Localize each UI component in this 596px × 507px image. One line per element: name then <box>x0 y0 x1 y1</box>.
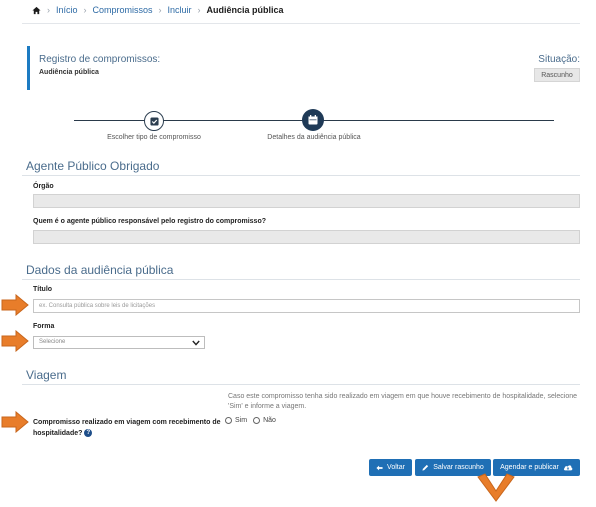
voltar-button[interactable]: Voltar <box>369 459 412 476</box>
viagem-radio-group: Sim Não <box>225 417 282 424</box>
orgao-field <box>33 194 580 208</box>
breadcrumb-separator: › <box>47 5 50 15</box>
viagem-question: Compromisso realizado em viagem com rece… <box>33 417 223 439</box>
viagem-question-text: Compromisso realizado em viagem com rece… <box>33 419 221 437</box>
section-divider <box>22 279 580 280</box>
step-2-label: Detalhes da audiência pública <box>267 134 361 141</box>
arrow-left-icon <box>376 465 383 470</box>
agente-label: Quem é o agente público responsável pelo… <box>33 218 266 225</box>
agendar-label: Agendar e publicar <box>500 464 559 471</box>
viagem-hint: Caso este compromisso tenha sido realiza… <box>228 393 578 410</box>
annotation-arrow-icon <box>1 294 29 316</box>
help-icon[interactable]: ? <box>84 429 93 438</box>
forma-select-value: Selecione <box>39 339 66 345</box>
page-subtitle: Audiência pública <box>39 69 99 76</box>
forma-label: Forma <box>33 323 55 330</box>
calendar-icon <box>308 115 318 125</box>
section-title-agente: Agente Público Obrigado <box>26 159 160 173</box>
section-title-dados: Dados da audiência pública <box>26 263 174 277</box>
annotation-arrow-icon <box>477 473 515 502</box>
titulo-label: Título <box>33 286 53 293</box>
breadcrumb-separator: › <box>197 5 201 15</box>
situation-label: Situação: <box>538 54 580 65</box>
breadcrumb-separator: › <box>83 5 87 15</box>
status-badge: Rascunho <box>534 68 580 82</box>
pencil-icon <box>422 464 429 471</box>
section-title-viagem: Viagem <box>26 368 67 382</box>
forma-select[interactable]: Selecione <box>33 336 205 349</box>
breadcrumb-incluir[interactable]: Incluir <box>168 5 192 15</box>
home-icon[interactable] <box>32 6 41 15</box>
breadcrumb-compromissos[interactable]: Compromissos <box>93 5 153 15</box>
orgao-label: Órgão <box>33 183 54 190</box>
breadcrumb: › Início › Compromissos › Incluir › Audi… <box>32 4 284 16</box>
step-1-label: Escolher tipo de compromisso <box>107 134 201 141</box>
check-icon <box>149 116 159 126</box>
radio-nao[interactable] <box>253 417 261 424</box>
agente-field <box>33 230 580 244</box>
page-title: Registro de compromissos: <box>39 54 161 65</box>
breadcrumb-separator: › <box>158 5 162 15</box>
cloud-upload-icon <box>563 465 573 471</box>
chevron-down-icon <box>192 340 200 346</box>
radio-option-nao[interactable]: Não <box>253 417 276 424</box>
breadcrumb-current: Audiência pública <box>206 5 284 15</box>
radio-sim-label: Sim <box>235 417 248 424</box>
registration-header: Registro de compromissos: Audiência públ… <box>27 46 580 90</box>
annotation-arrow-icon <box>1 411 29 433</box>
annotation-arrow-icon <box>1 330 29 352</box>
section-divider <box>22 175 580 176</box>
titulo-input[interactable]: ex. Consulta pública sobre leis de licit… <box>33 299 580 313</box>
divider <box>22 23 580 24</box>
voltar-label: Voltar <box>387 464 405 471</box>
radio-option-sim[interactable]: Sim <box>225 417 247 424</box>
radio-nao-label: Não <box>263 417 276 424</box>
step-2[interactable] <box>302 109 324 131</box>
step-1[interactable] <box>144 111 164 131</box>
breadcrumb-inicio[interactable]: Início <box>56 5 78 15</box>
salvar-label: Salvar rascunho <box>433 464 484 471</box>
section-divider <box>22 384 580 385</box>
radio-sim[interactable] <box>225 417 232 424</box>
